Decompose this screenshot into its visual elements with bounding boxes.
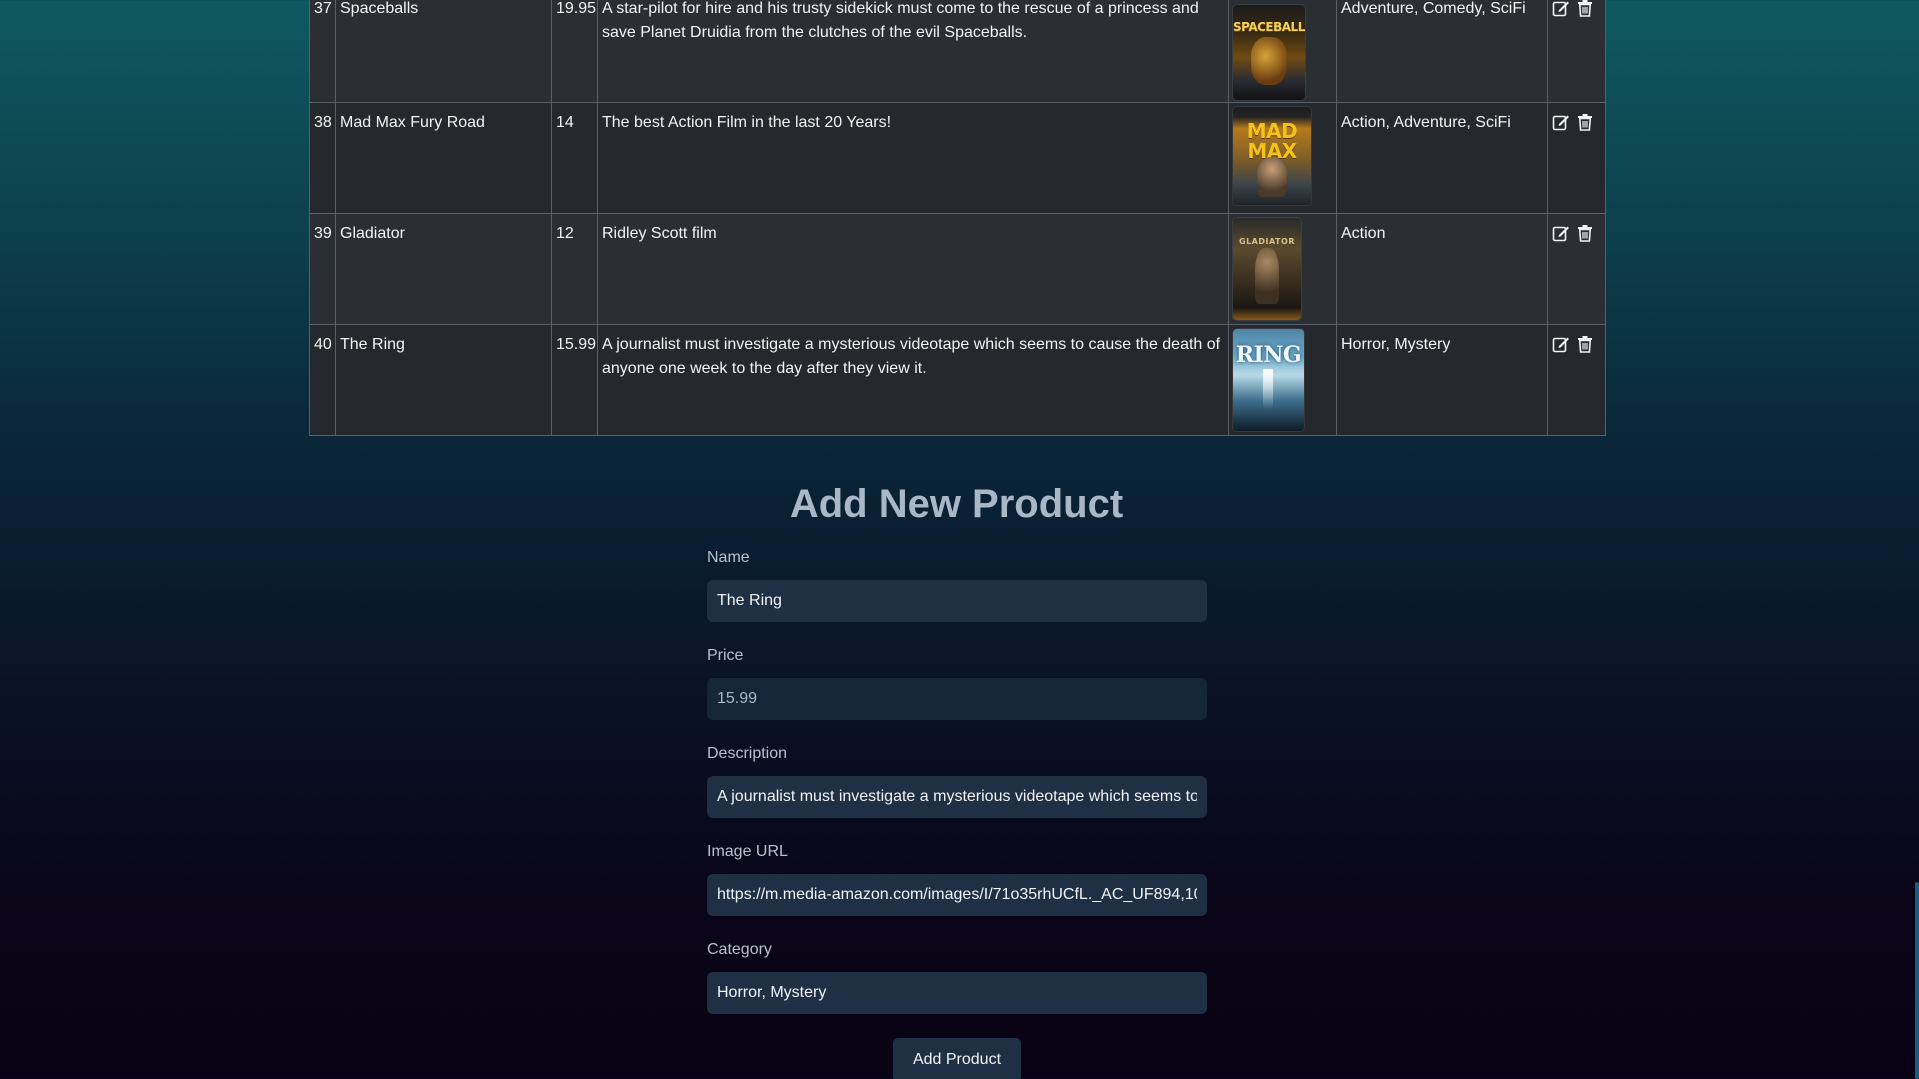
product-category: Adventure, Comedy, SciFi [1336,0,1548,103]
product-poster-image: RING [1233,329,1304,431]
submit-row: Add Product [707,1038,1207,1079]
name-label: Name [707,549,750,566]
product-actions [1547,213,1606,325]
product-description: A star-pilot for hire and his trusty sid… [597,0,1229,103]
table-row: 38 Mad Max Fury Road 14 The best Action … [309,102,1606,214]
scrollbar-thumb[interactable] [1915,882,1919,1079]
table-row: 40 The Ring 15.99 A journalist must inve… [309,324,1606,436]
product-category: Horror, Mystery [1336,324,1548,436]
add-product-button[interactable]: Add Product [892,1038,1022,1079]
product-actions [1547,0,1606,103]
trash-icon[interactable] [1576,335,1594,353]
product-image-cell: SPACEBALLS [1228,0,1337,103]
product-name: Gladiator [335,213,552,325]
poster-title: SPACEBALLS [1233,20,1305,34]
product-category: Action, Adventure, SciFi [1336,102,1548,214]
product-description: Ridley Scott film [597,213,1229,325]
product-name: The Ring [335,324,552,436]
product-id: 38 [309,102,336,214]
product-id: 37 [309,0,336,103]
add-product-form: Name Price Description Image URL Categor… [707,548,1207,1079]
product-name: Mad Max Fury Road [335,102,552,214]
product-price: 14 [551,102,598,214]
description-input[interactable] [707,776,1207,818]
product-id: 39 [309,213,336,325]
edit-icon[interactable] [1552,113,1570,131]
edit-icon[interactable] [1552,224,1570,242]
product-price: 15.99 [551,324,598,436]
edit-icon[interactable] [1552,335,1570,353]
trash-icon[interactable] [1576,224,1594,242]
poster-title: MAD MAX [1246,119,1298,163]
poster-title: RING [1235,342,1302,368]
table-row: 39 Gladiator 12 Ridley Scott film GLADIA… [309,213,1606,325]
product-price: 19.95 [551,0,598,103]
trash-icon[interactable] [1576,0,1594,17]
category-input[interactable] [707,972,1207,1014]
product-description: A journalist must investigate a mysterio… [597,324,1229,436]
product-actions [1547,324,1606,436]
product-category: Action [1336,213,1548,325]
name-input[interactable] [707,580,1207,622]
product-poster-image: GLADIATOR [1233,218,1301,320]
form-title: Add New Product [789,482,1124,526]
product-actions [1547,102,1606,214]
product-name: Spaceballs [335,0,552,103]
scrollbar[interactable] [1915,0,1919,1079]
category-label: Category [707,941,772,958]
products-table: 37 Spaceballs 19.95 A star-pilot for hir… [309,0,1606,436]
table-row: 37 Spaceballs 19.95 A star-pilot for hir… [309,0,1606,103]
description-label: Description [707,745,788,762]
product-image-cell: MAD MAX [1228,102,1337,214]
product-poster-image: SPACEBALLS [1233,5,1305,100]
price-label: Price [707,647,744,664]
image-url-input[interactable] [707,874,1207,916]
product-image-cell: RING [1228,324,1337,436]
product-price: 12 [551,213,598,325]
product-id: 40 [309,324,336,436]
product-description: The best Action Film in the last 20 Year… [597,102,1229,214]
price-input[interactable] [707,678,1207,720]
product-image-cell: GLADIATOR [1228,213,1337,325]
trash-icon[interactable] [1576,113,1594,131]
product-poster-image: MAD MAX [1233,107,1311,205]
edit-icon[interactable] [1552,0,1570,17]
image-url-label: Image URL [707,843,788,860]
